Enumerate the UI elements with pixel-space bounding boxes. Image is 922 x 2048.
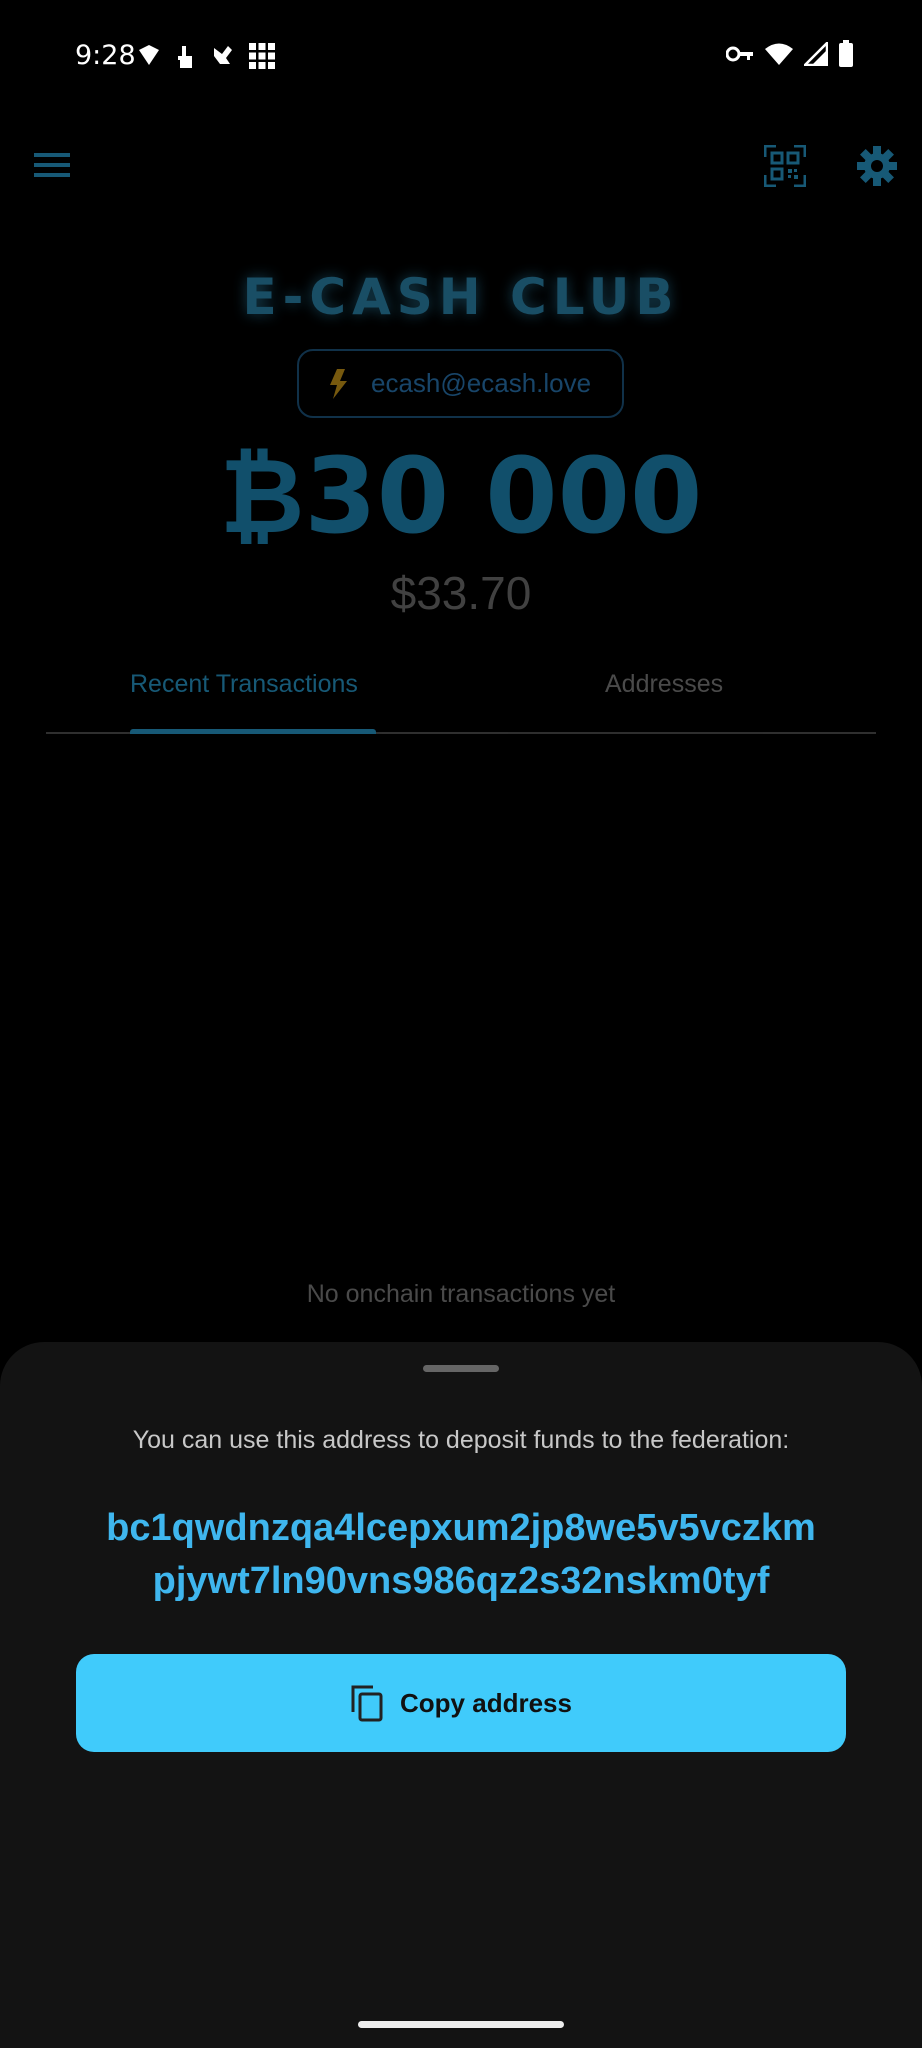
grid-icon: [249, 43, 275, 69]
deposit-address-line-2: pjywt7ln90vns986qz2s32nskm0tyf: [152, 1560, 770, 1602]
signal-icon: [804, 42, 828, 66]
system-icons: [726, 40, 854, 68]
sheet-drag-handle[interactable]: [423, 1365, 499, 1372]
hand-icon: [178, 46, 192, 68]
status-time: 9:28: [75, 40, 136, 71]
wifi-icon: [765, 43, 793, 65]
federation-name: E-CASH CLUB: [242, 268, 680, 326]
copy-address-label: Copy address: [400, 1687, 572, 1718]
deposit-address-line-1: bc1qwdnzqa4lcepxum2jp8we5v5vczkm: [106, 1507, 816, 1549]
menu-button[interactable]: [28, 145, 78, 185]
deposit-bottom-sheet: You can use this address to deposit fund…: [0, 1342, 922, 2048]
deposit-address: bc1qwdnzqa4lcepxum2jp8we5v5vczkm pjywt7l…: [60, 1502, 862, 1608]
status-bar: 9:28: [0, 0, 922, 115]
battery-icon: [839, 40, 853, 67]
lightning-address: ecash@ecash.love: [371, 368, 592, 398]
tab-recent-transactions[interactable]: Recent Transactions: [130, 670, 358, 699]
lightning-address-chip[interactable]: ecash@ecash.love: [297, 349, 624, 418]
tab-addresses[interactable]: Addresses: [605, 670, 723, 699]
glove-icon: [214, 46, 232, 64]
bolt-icon: [330, 368, 347, 399]
shield-icon: [139, 45, 159, 65]
copy-icon: [351, 1685, 383, 1722]
settings-button[interactable]: [852, 141, 902, 191]
fiat-balance: $33.70: [390, 567, 532, 619]
menu-icon: [34, 153, 70, 177]
balance-amount: ₿30 000: [219, 435, 703, 557]
qr-scan-button[interactable]: [760, 141, 810, 191]
app-bar: [0, 125, 922, 205]
copy-address-button[interactable]: Copy address: [76, 1654, 846, 1752]
empty-state-message: No onchain transactions yet: [306, 1280, 616, 1308]
gear-icon: [857, 146, 897, 186]
notification-icons: [136, 42, 276, 70]
vpn-key-icon: [726, 46, 753, 62]
home-indicator[interactable]: [358, 2021, 564, 2028]
qr-scan-icon: [763, 144, 807, 188]
tab-bar: Recent Transactions Addresses: [46, 650, 876, 734]
tab-indicator: [130, 729, 376, 734]
deposit-description: You can use this address to deposit fund…: [132, 1426, 790, 1454]
